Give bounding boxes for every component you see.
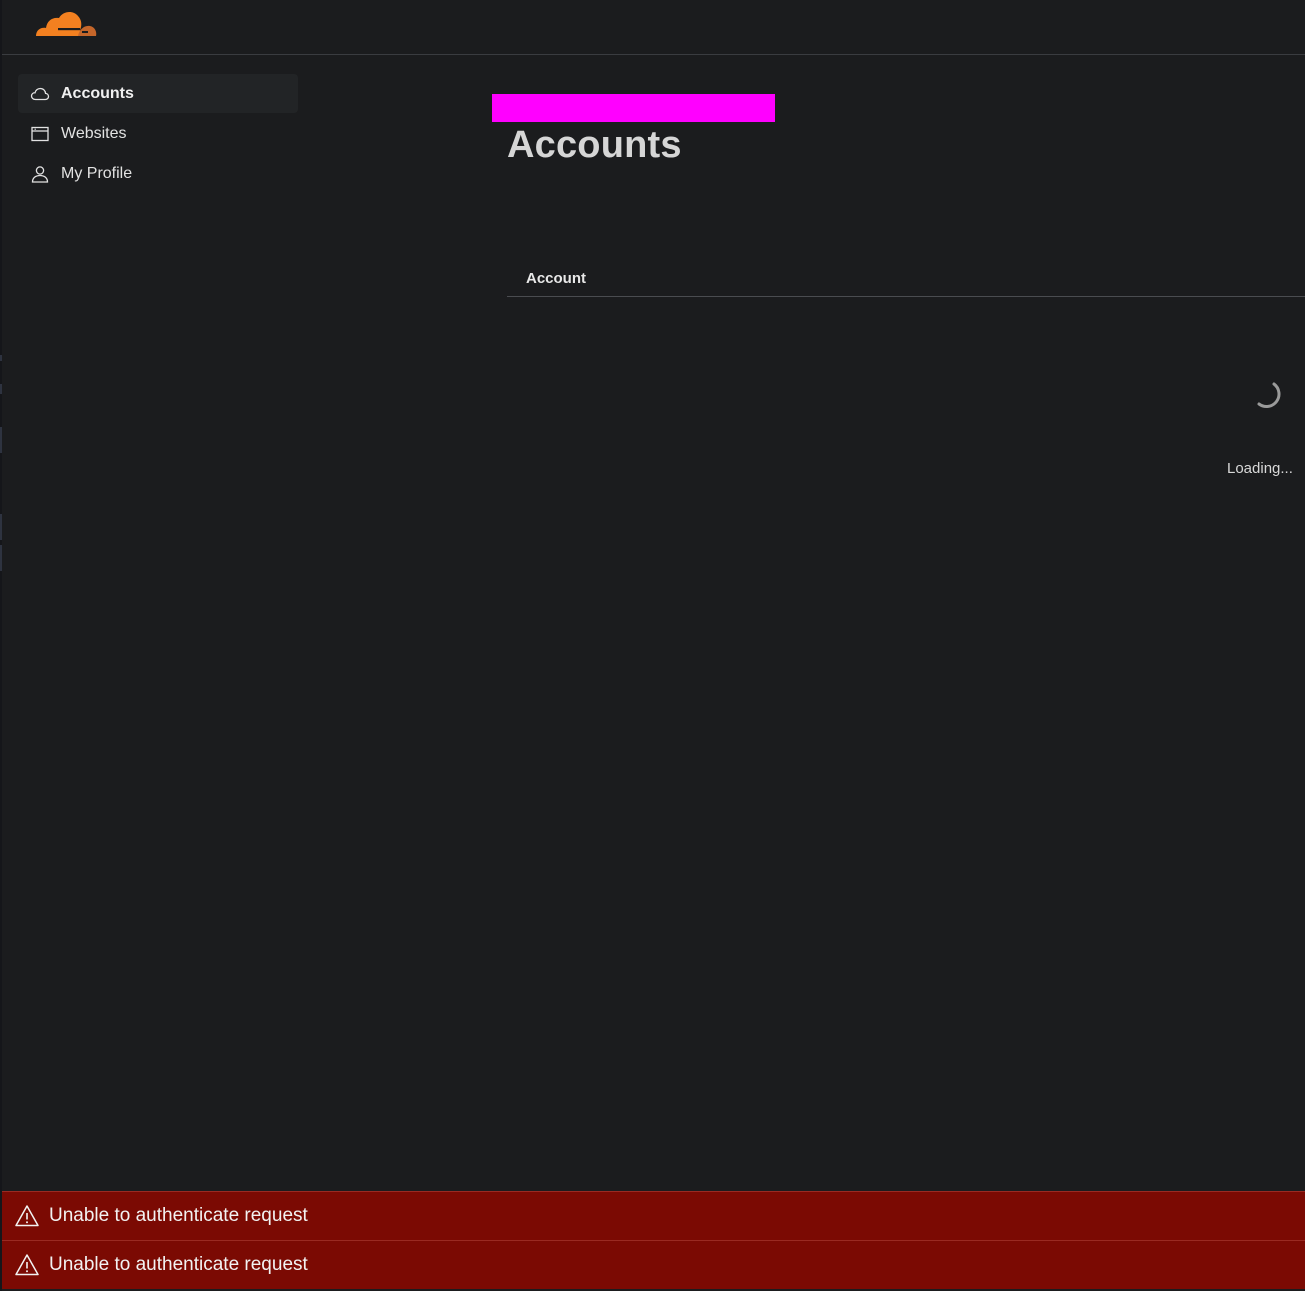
- error-toast[interactable]: Unable to authenticate request: [2, 1240, 1305, 1289]
- warning-triangle-icon: [14, 1203, 40, 1229]
- cloudflare-logo-icon[interactable]: [32, 6, 98, 40]
- error-toast[interactable]: Unable to authenticate request: [2, 1191, 1305, 1240]
- redacted-breadcrumb: [492, 94, 775, 122]
- top-bar: [2, 0, 1305, 55]
- sidebar-item-websites[interactable]: Websites: [18, 114, 298, 153]
- sidebar-item-label: My Profile: [61, 164, 133, 182]
- sidebar-item-label: Websites: [61, 124, 127, 142]
- accounts-table-header: Account: [507, 262, 1305, 297]
- cloud-icon: [30, 84, 50, 104]
- sidebar-item-accounts[interactable]: Accounts: [18, 74, 298, 113]
- column-header-account[interactable]: Account: [526, 270, 586, 287]
- sidebar-item-my-profile[interactable]: My Profile: [18, 154, 298, 193]
- loading-text: Loading...: [1227, 460, 1293, 477]
- warning-triangle-icon: [14, 1252, 40, 1278]
- user-icon: [30, 164, 50, 184]
- loading-spinner-icon: [1257, 382, 1281, 408]
- app-window: Accounts Websites My Profile Accounts Ac…: [0, 0, 1305, 1291]
- sidebar-item-label: Accounts: [61, 84, 134, 102]
- window-left-edge: [0, 0, 2, 1291]
- toast-stack: Unable to authenticate request Unable to…: [2, 1191, 1305, 1289]
- toast-message: Unable to authenticate request: [49, 1205, 308, 1226]
- page-title: Accounts: [507, 124, 682, 166]
- browser-window-icon: [30, 124, 50, 144]
- toast-message: Unable to authenticate request: [49, 1254, 308, 1275]
- sidebar: Accounts Websites My Profile: [18, 74, 298, 194]
